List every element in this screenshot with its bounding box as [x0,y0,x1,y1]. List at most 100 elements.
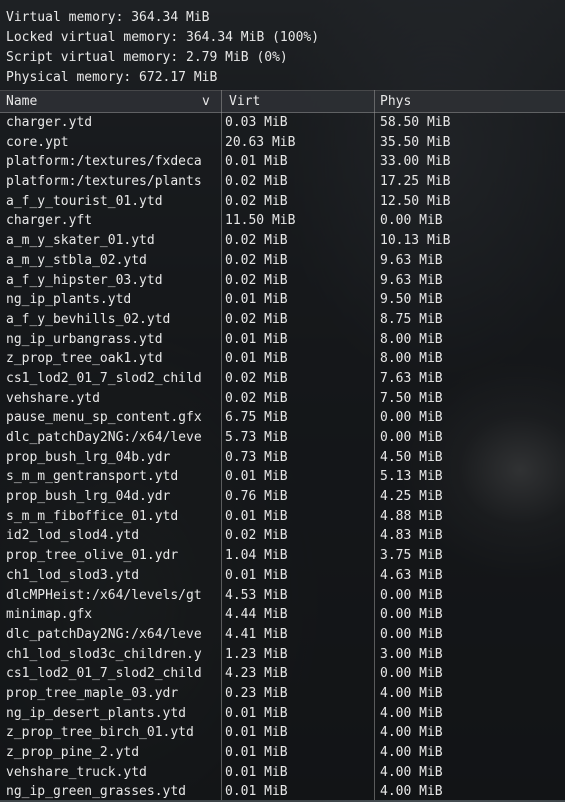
resource-name-cell: charger.yft [6,213,93,229]
column-header-phys[interactable]: Phys [380,91,520,112]
table-row[interactable]: dlc_patchDay2NG:/x64/leve 4.41 MiB 0.00 Mi… [0,625,565,645]
table-row[interactable]: z_prop_tree_birch_01.ytd 0.01 MiB 4.00 MiB [0,723,565,743]
table-row[interactable]: z_prop_pine_2.ytd 0.01 MiB 4.00 MiB [0,743,565,763]
resource-name-cell: s_m_m_fiboffice_01.ytd [6,508,179,524]
table-row[interactable]: cs1_lod2_01_7_slod2_child 4.23 MiB 0.00 Mi… [0,664,565,684]
table-row[interactable]: a_f_y_hipster_03.ytd 0.02 MiB 9.63 MiB [0,271,565,291]
phys-memory-cell: 0.00 MiB [380,430,443,445]
table-row[interactable]: charger.ytd 0.03 MiB 58.50 MiB [0,113,565,133]
virt-memory-cell: 0.02 MiB [225,272,288,288]
virt-memory-cell: 5.73 MiB [225,430,288,445]
table-row[interactable]: platform:/textures/fxdeca 0.01 MiB 33.00 M… [0,152,565,172]
sort-indicator-icon[interactable]: v [202,91,216,112]
resource-name-cell: ng_ip_plants.ytd [6,292,132,308]
physical-memory-stat: Physical memory: 672.17 MiB [6,70,218,85]
phys-memory-cell: 0.00 MiB [380,626,443,642]
table-row[interactable]: charger.yft 11.50 MiB 0.00 MiB [0,211,565,231]
virt-memory-cell: 0.03 MiB [225,115,288,130]
virt-memory-cell: 0.01 MiB [225,351,288,367]
virt-memory-cell: 0.02 MiB [225,390,288,406]
table-row[interactable]: a_m_y_skater_01.ytd 0.02 MiB 10.13 MiB [0,231,565,251]
table-row[interactable]: vehshare.ytd 0.02 MiB 7.50 MiB [0,389,565,409]
table-header: Name v Virt Phys [0,90,565,113]
phys-memory-cell: 12.50 MiB [380,193,451,209]
virt-memory-cell: 0.02 MiB [225,528,288,544]
phys-memory-cell: 58.50 MiB [380,115,451,130]
table-row[interactable]: prop_tree_olive_01.ydr 1.04 MiB 3.75 MiB [0,546,565,566]
phys-memory-cell: 4.50 MiB [380,449,443,465]
table-row[interactable]: a_m_y_stbla_02.ytd 0.02 MiB 9.63 MiB [0,251,565,271]
table-row[interactable]: id2_lod_slod4.ytd 0.02 MiB 4.83 MiB [0,526,565,546]
table-row[interactable]: prop_bush_lrg_04d.ydr 0.76 MiB 4.25 MiB [0,487,565,507]
table-row[interactable]: ng_ip_plants.ytd 0.01 MiB 9.50 MiB [0,290,565,310]
table-row[interactable]: dlc_patchDay2NG:/x64/leve 5.73 MiB 0.00 Mi… [0,428,565,448]
resource-name-cell: z_prop_pine_2.ytd [6,745,140,760]
table-row[interactable]: cs1_lod2_01_7_slod2_child 0.02 MiB 7.63 Mi… [0,369,565,389]
table-row[interactable]: vehshare_truck.ytd 0.01 MiB 4.00 MiB [0,763,565,783]
virt-memory-cell: 11.50 MiB [225,213,296,229]
script-virtual-memory-stat: Script virtual memory: 2.79 MiB (0%) [6,50,288,65]
resource-name-cell: prop_tree_olive_01.ydr [6,548,179,564]
resource-name-cell: ng_ip_green_grasses.ytd [6,784,187,800]
table-row[interactable]: ch1_lod_slod3.ytd 0.01 MiB 4.63 MiB [0,566,565,586]
table-row[interactable]: prop_bush_lrg_04b.ydr 0.73 MiB 4.50 MiB [0,448,565,468]
resource-name-cell: prop_tree_maple_03.ydr [6,685,179,701]
phys-memory-cell: 4.00 MiB [380,784,443,800]
phys-memory-cell: 7.63 MiB [380,370,443,386]
virt-memory-cell: 4.41 MiB [225,626,288,642]
virt-memory-cell: 0.01 MiB [225,469,288,485]
virt-memory-cell: 0.01 MiB [225,705,288,721]
phys-memory-cell: 5.13 MiB [380,469,443,485]
phys-memory-cell: 4.00 MiB [380,725,443,741]
column-header-name[interactable]: Name [6,91,196,112]
virtual-memory-stat: Virtual memory: 364.34 MiB [6,10,210,25]
table-row[interactable]: ch1_lod_slod3c_children.y 1.23 MiB 3.00 Mi… [0,645,565,665]
table-row[interactable]: dlcMPHeist:/x64/levels/gt 4.53 MiB 0.00 Mi… [0,586,565,606]
table-row[interactable]: a_f_y_bevhills_02.ytd 0.02 MiB 8.75 MiB [0,310,565,330]
phys-memory-cell: 10.13 MiB [380,233,451,249]
resource-name-cell: ch1_lod_slod3c_children.y [6,646,202,662]
virt-memory-cell: 0.02 MiB [225,233,288,249]
virt-memory-cell: 0.73 MiB [225,449,288,465]
resource-name-cell: z_prop_tree_oak1.ytd [6,351,163,367]
phys-memory-cell: 4.83 MiB [380,528,443,544]
column-header-virt[interactable]: Virt [229,91,369,112]
phys-memory-cell: 33.00 MiB [380,154,451,170]
virt-memory-cell: 1.23 MiB [225,646,288,662]
phys-memory-cell: 4.63 MiB [380,567,443,583]
table-row[interactable]: core.ypt 20.63 MiB 35.50 MiB [0,133,565,153]
virt-memory-cell: 6.75 MiB [225,410,288,426]
table-row[interactable]: ng_ip_desert_plants.ytd 0.01 MiB 4.00 MiB [0,704,565,724]
virt-memory-cell: 0.01 MiB [225,784,288,800]
phys-memory-cell: 4.00 MiB [380,745,443,760]
virt-memory-cell: 0.01 MiB [225,508,288,524]
phys-memory-cell: 7.50 MiB [380,390,443,406]
resource-name-cell: platform:/textures/plants [6,174,202,190]
table-row[interactable]: minimap.gfx 4.44 MiB 0.00 MiB [0,605,565,625]
table-row[interactable]: s_m_m_fiboffice_01.ytd 0.01 MiB 4.88 MiB [0,507,565,527]
virt-memory-cell: 0.01 MiB [225,725,288,741]
table-row[interactable]: a_f_y_tourist_01.ytd 0.02 MiB 12.50 MiB [0,192,565,212]
table-row[interactable]: ng_ip_urbangrass.ytd 0.01 MiB 8.00 MiB [0,330,565,350]
phys-memory-cell: 0.00 MiB [380,607,443,623]
table-row[interactable]: z_prop_tree_oak1.ytd 0.01 MiB 8.00 MiB [0,349,565,369]
table-row[interactable]: s_m_m_gentransport.ytd 0.01 MiB 5.13 MiB [0,467,565,487]
phys-memory-cell: 4.88 MiB [380,508,443,524]
phys-memory-cell: 9.63 MiB [380,272,443,288]
resource-name-cell: cs1_lod2_01_7_slod2_child [6,370,202,386]
resource-name-cell: ch1_lod_slod3.ytd [6,567,140,583]
table-row[interactable]: prop_tree_maple_03.ydr 0.23 MiB 4.00 MiB [0,684,565,704]
phys-memory-cell: 9.50 MiB [380,292,443,308]
phys-memory-cell: 8.00 MiB [380,351,443,367]
table-row[interactable]: ng_ip_green_grasses.ytd 0.01 MiB 4.00 MiB [0,782,565,802]
resource-name-cell: core.ypt [6,134,69,150]
phys-memory-cell: 8.75 MiB [380,311,443,327]
table-row[interactable]: pause_menu_sp_content.gfx 6.75 MiB 0.00 Mi… [0,408,565,428]
resource-table: charger.ytd 0.03 MiB 58.50 MiB core.ypt 20.6… [0,113,565,802]
phys-memory-cell: 3.00 MiB [380,646,443,662]
virt-memory-cell: 0.02 MiB [225,174,288,190]
table-row[interactable]: platform:/textures/plants 0.02 MiB 17.25 M… [0,172,565,192]
locked-virtual-memory-stat: Locked virtual memory: 364.34 MiB (100%) [6,30,320,45]
phys-memory-cell: 0.00 MiB [380,410,443,426]
virt-memory-cell: 0.01 MiB [225,745,288,760]
